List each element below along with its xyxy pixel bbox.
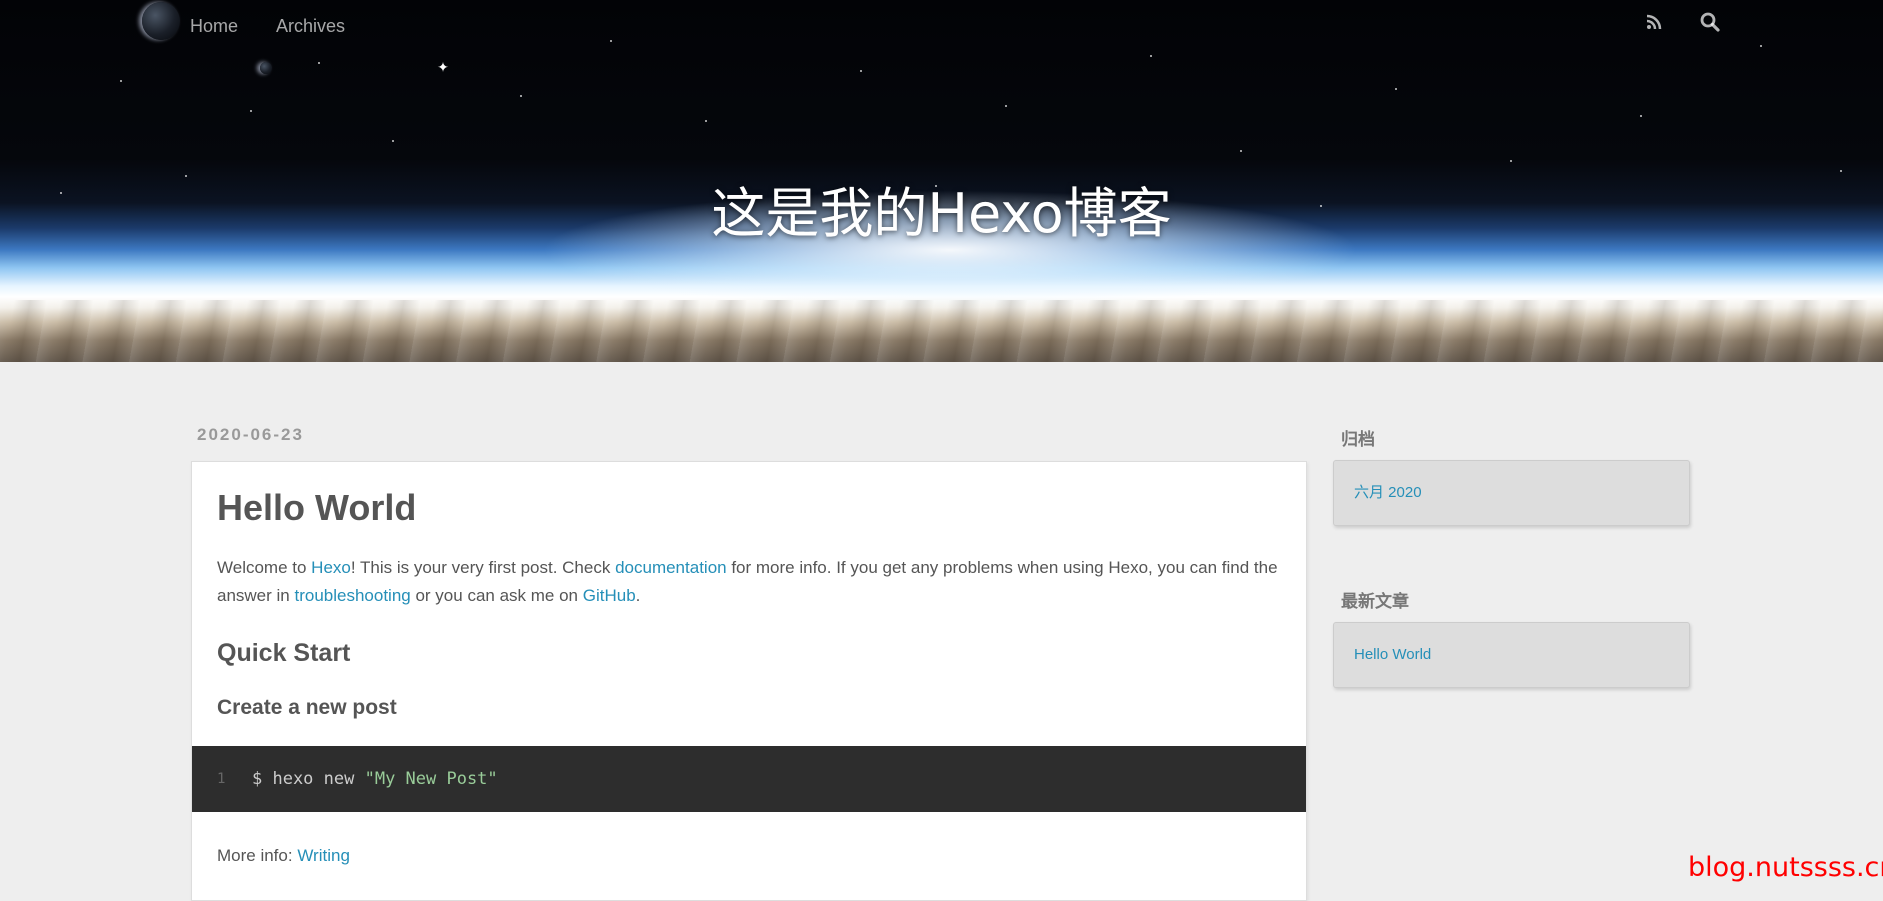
intro-text: .	[635, 586, 641, 605]
star	[392, 140, 394, 142]
main-nav: Home Archives	[190, 14, 383, 38]
recent-posts-widget-title: 最新文章	[1341, 592, 1409, 611]
star	[185, 175, 187, 177]
site-title[interactable]: 这是我的Hexo博客	[0, 182, 1883, 246]
search-icon[interactable]	[1698, 10, 1722, 34]
recent-post-link[interactable]: Hello World	[1354, 623, 1431, 687]
quick-start-heading: Quick Start	[217, 639, 351, 667]
star	[250, 110, 252, 112]
star	[1150, 55, 1152, 57]
star	[1240, 150, 1242, 152]
post-article: Hello World Welcome to Hexo! This is you…	[191, 461, 1307, 901]
sub-nav	[1610, 10, 1722, 34]
star	[610, 40, 612, 42]
writing-link[interactable]: Writing	[297, 846, 350, 865]
banner: ✦ Home Archives 这是我的Hexo博客	[0, 0, 1883, 362]
troubleshooting-link[interactable]: troubleshooting	[294, 586, 410, 605]
code-block: 1 $ hexo new "My New Post"	[192, 746, 1306, 812]
code-string: "My New Post"	[364, 769, 498, 789]
star	[1005, 105, 1007, 107]
star	[318, 62, 320, 64]
star	[1840, 170, 1842, 172]
bright-star: ✦	[437, 59, 449, 75]
star	[120, 80, 122, 82]
create-post-heading: Create a new post	[217, 696, 397, 719]
github-link[interactable]: GitHub	[583, 586, 636, 605]
planet	[142, 2, 180, 40]
cloud-layer	[0, 300, 1883, 362]
star	[1640, 115, 1642, 117]
archives-widget-title: 归档	[1341, 430, 1375, 449]
archives-widget: 六月 2020	[1333, 460, 1690, 526]
star	[1395, 88, 1397, 90]
more-info: More info: Writing	[217, 842, 350, 870]
intro-text: or you can ask me on	[410, 586, 583, 605]
star	[1510, 160, 1512, 162]
post-title[interactable]: Hello World	[217, 484, 416, 532]
archive-link-june-2020[interactable]: 六月 2020	[1354, 461, 1422, 525]
post-date[interactable]: 2020-06-23	[197, 425, 304, 445]
nav-archives-link[interactable]: Archives	[276, 14, 345, 38]
rss-icon[interactable]	[1642, 10, 1666, 34]
documentation-link[interactable]: documentation	[615, 558, 727, 577]
recent-posts-widget: Hello World	[1333, 622, 1690, 688]
star	[520, 95, 522, 97]
star	[1760, 45, 1762, 47]
nav-home-link[interactable]: Home	[190, 14, 238, 38]
moon	[260, 62, 272, 74]
intro-text: ! This is your very first post. Check	[350, 558, 616, 577]
star	[860, 70, 862, 72]
post-intro: Welcome to Hexo! This is your very first…	[217, 554, 1287, 610]
hexo-link[interactable]: Hexo	[311, 558, 351, 577]
watermark: blog.nutssss.cn	[1688, 852, 1883, 883]
code-command: $ hexo new	[252, 769, 365, 789]
code-line: $ hexo new "My New Post"	[252, 746, 498, 812]
more-info-label: More info:	[217, 846, 298, 865]
intro-text: Welcome to	[217, 558, 312, 577]
code-line-number: 1	[217, 771, 226, 787]
star	[705, 120, 707, 122]
